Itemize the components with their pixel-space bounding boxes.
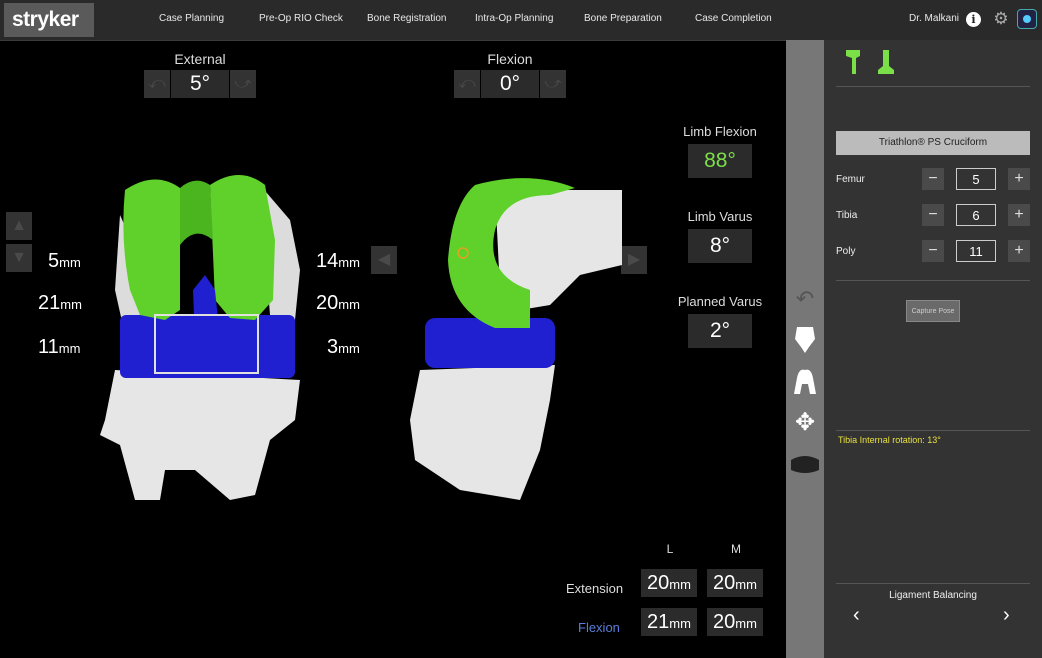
planned-varus-value: 2°	[688, 314, 752, 348]
flexion-view-value: 0°	[481, 70, 539, 98]
knee-joint-icon[interactable]	[791, 366, 819, 396]
measure-left-1: 5mm	[48, 250, 81, 272]
femur-bone-icon[interactable]	[793, 325, 817, 355]
ligament-prev-button[interactable]: ‹	[853, 604, 860, 627]
nav-bone-preparation[interactable]: Bone Preparation	[584, 13, 662, 24]
ligament-balancing-label: Ligament Balancing	[889, 590, 977, 601]
undo-icon[interactable]: ↶	[792, 286, 818, 312]
poly-plus-button[interactable]: +	[1008, 240, 1030, 262]
nav-case-planning[interactable]: Case Planning	[159, 13, 224, 24]
gear-icon[interactable]: ⚙	[991, 9, 1011, 29]
rotate-right-icon[interactable]: ⤻	[230, 70, 256, 98]
femur-plus-button[interactable]: +	[1008, 168, 1030, 190]
nav-intra-op-planning[interactable]: Intra-Op Planning	[475, 13, 553, 24]
measure-right-3: 3mm	[327, 336, 360, 358]
rotate-left-icon[interactable]: ⤺	[144, 70, 170, 98]
knee-side-view	[410, 178, 622, 500]
knee-front-view	[100, 175, 300, 500]
external-label: External	[174, 51, 226, 67]
femur-icon[interactable]	[844, 48, 862, 76]
move-arrows-icon[interactable]: ✥	[792, 410, 818, 436]
implant-title: Triathlon® PS Cruciform	[836, 131, 1030, 155]
measure-right-2: 20mm	[316, 292, 360, 314]
femur-minus-button[interactable]: −	[922, 168, 944, 190]
extension-label: Extension	[566, 581, 624, 596]
tibia-bone-side	[410, 365, 555, 500]
tibia-minus-button[interactable]: −	[922, 204, 944, 226]
nav-pre-op-rio-check[interactable]: Pre-Op RIO Check	[259, 13, 343, 24]
gap-col-l: L	[666, 542, 674, 556]
measure-left-2: 21mm	[38, 292, 82, 314]
user-name: Dr. Malkani	[909, 13, 960, 24]
nav-case-completion[interactable]: Case Completion	[695, 13, 772, 24]
tibia-size-value: 6	[956, 204, 996, 226]
arrow-left-icon[interactable]: ◀	[371, 246, 397, 274]
gap-col-m: M	[731, 542, 741, 556]
ligament-next-button[interactable]: ›	[1003, 604, 1010, 627]
flexion-gap-label: Flexion	[578, 620, 620, 635]
nav-bone-registration[interactable]: Bone Registration	[367, 13, 447, 24]
extension-medial-gap: 20mm	[707, 569, 763, 597]
femur-size-label: Femur	[836, 174, 865, 185]
tibia-bone-front	[100, 370, 300, 500]
limb-flexion-label: Limb Flexion	[683, 124, 757, 139]
info-icon[interactable]: i	[966, 12, 981, 27]
measure-right-1: 14mm	[316, 250, 360, 272]
tibia-size-label: Tibia	[836, 210, 858, 221]
flexion-view-label: Flexion	[487, 51, 533, 67]
extension-lateral-gap: 20mm	[641, 569, 697, 597]
poly-minus-button[interactable]: −	[922, 240, 944, 262]
flex-left-icon[interactable]: ⤺	[454, 70, 480, 98]
limb-flexion-value: 88°	[688, 144, 752, 178]
planned-varus-label: Planned Varus	[677, 294, 763, 309]
capture-pose-button[interactable]: Capture Pose	[906, 300, 960, 322]
tibia-plus-button[interactable]: +	[1008, 204, 1030, 226]
flex-right-icon[interactable]: ⤻	[540, 70, 566, 98]
tibia-rotation-text: Tibia Internal rotation: 13°	[838, 435, 941, 445]
limb-varus-value: 8°	[688, 229, 752, 263]
femur-size-value: 5	[956, 168, 996, 190]
tibia-icon[interactable]	[876, 48, 896, 76]
arrow-up-icon[interactable]: ▲	[6, 212, 32, 240]
camera-icon[interactable]	[1017, 9, 1037, 29]
stryker-logo: stryker	[4, 3, 94, 37]
arrow-down-icon[interactable]: ▼	[6, 244, 32, 272]
external-value: 5°	[171, 70, 229, 98]
poly-size-label: Poly	[836, 246, 856, 257]
flexion-lateral-gap: 21mm	[641, 608, 697, 636]
poly-size-value: 11	[956, 240, 996, 262]
tibia-plateau-icon[interactable]	[789, 452, 821, 476]
measure-left-3: 11mm	[38, 336, 81, 358]
flexion-medial-gap: 20mm	[707, 608, 763, 636]
limb-varus-label: Limb Varus	[687, 209, 753, 224]
